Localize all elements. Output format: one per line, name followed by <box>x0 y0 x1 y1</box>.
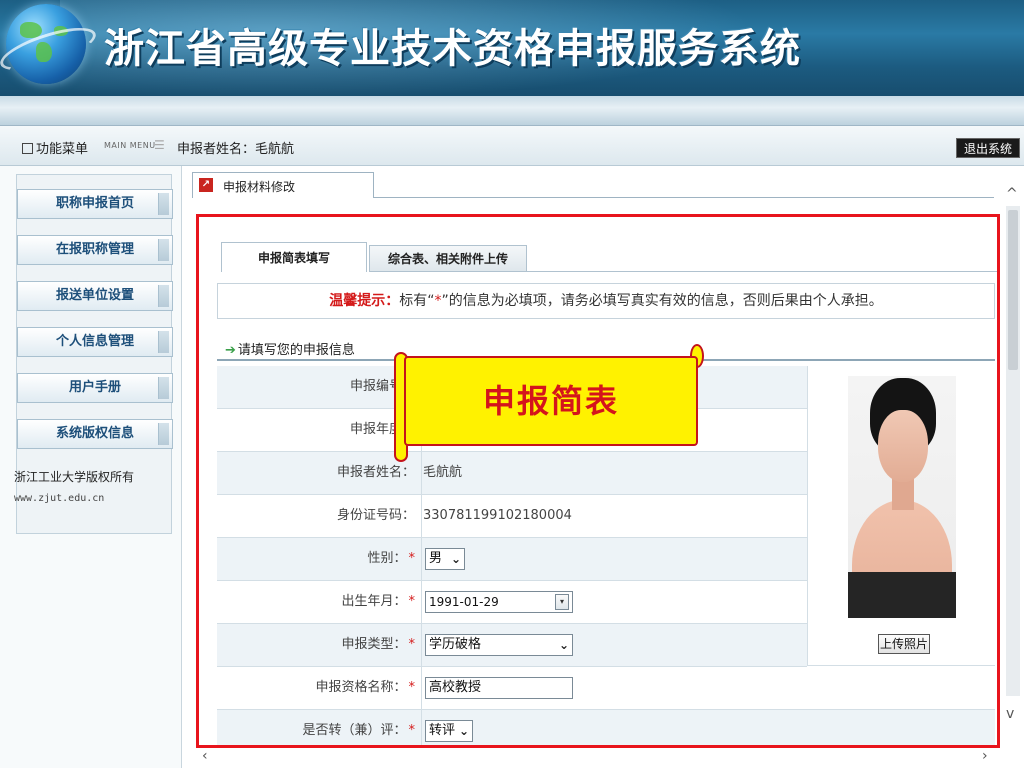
year-label: 申报年度： <box>349 422 415 437</box>
qualification-input[interactable]: 高校教授 <box>425 677 573 699</box>
type-select[interactable]: 学历破格 ⌄ <box>425 634 573 656</box>
tab-material-edit[interactable]: ↗ 申报材料修改 <box>192 172 374 198</box>
scrollbar-thumb[interactable] <box>1008 210 1018 370</box>
menu-bar: 功能菜单 MAIN MENU ☰ 申报者姓名：毛航航 <box>0 126 1024 166</box>
qual-label-text: 申报资格名称： <box>315 680 407 695</box>
section-title: ➔ 请填写您的申报信息 <box>225 339 355 358</box>
birth-date-input[interactable]: 1991-01-29 ▾ <box>425 591 573 613</box>
required-mark: * <box>408 551 416 566</box>
menu-label: 功能菜单 <box>22 138 88 157</box>
transfer-label-text: 是否转（兼）评： <box>302 723 407 738</box>
menu-icon <box>22 143 33 154</box>
sidebar-item-user-manual[interactable]: 用户手册 <box>17 373 173 403</box>
callout-text: 申报简表 <box>482 382 619 420</box>
row-birth: 出生年月： * 1991-01-29 ▾ <box>217 581 807 624</box>
row-id: 身份证号码： 330781199102180004 <box>217 495 807 538</box>
notice-text2: ”的信息为必填项，请务必填写真实有效的信息，否则后果由个人承担。 <box>441 293 883 309</box>
required-mark: * <box>408 594 416 609</box>
row-transfer: 是否转（兼）评： * 转评 ⌄ <box>217 710 995 745</box>
app-title: 浙江省高级专业技术资格申报服务系统 <box>104 26 801 72</box>
transfer-select[interactable]: 转评 ⌄ <box>425 720 473 742</box>
row-qualification: 申报资格名称： * 高校教授 <box>217 667 995 710</box>
tab-label: 申报材料修改 <box>223 180 296 194</box>
menu-label-text: 功能菜单 <box>36 142 89 157</box>
chevron-down-icon: ⌄ <box>458 724 469 738</box>
copyright-text: 浙江工业大学版权所有 <box>14 470 135 484</box>
notice-prefix: 温馨提示： <box>329 293 400 309</box>
chevron-down-icon: ⌄ <box>558 638 569 652</box>
app-header: 浙江省高级专业技术资格申报服务系统 <box>0 0 1024 96</box>
sidebar-item-home[interactable]: 职称申报首页 <box>17 189 173 219</box>
tab-attachments-upload[interactable]: 综合表、相关附件上传 <box>369 245 527 272</box>
callout-banner: 申报简表 <box>392 344 708 462</box>
gender-label-text: 性别： <box>367 551 407 566</box>
arrow-icon: ↗ <box>199 178 213 192</box>
header-strip <box>0 96 1024 126</box>
type-label: 申报类型： * <box>217 624 421 666</box>
main-menu-label: MAIN MENU <box>104 141 156 150</box>
transfer-label: 是否转（兼）评： * <box>217 710 421 745</box>
name-value: 毛航航 <box>423 465 463 480</box>
menu-separator-icon: ☰ <box>154 138 165 152</box>
required-mark: * <box>408 680 416 695</box>
section-title-text: 请填写您的申报信息 <box>237 343 355 358</box>
chevron-down-icon: ⌄ <box>450 552 461 566</box>
scroll-right-icon[interactable]: › <box>982 748 988 764</box>
site-url: www.zjut.edu.cn <box>14 493 105 504</box>
scroll-down-icon[interactable]: v <box>1006 706 1014 722</box>
required-mark: * <box>408 637 416 652</box>
gender-value: 男 <box>429 551 443 566</box>
sidebar-item-copyright[interactable]: 系统版权信息 <box>17 419 173 449</box>
row-name: 申报者姓名： 毛航航 <box>217 452 807 495</box>
name-label: 申报者姓名： <box>336 465 415 480</box>
gender-select[interactable]: 男 ⌄ <box>425 548 465 570</box>
sidebar-item-current-titles[interactable]: 在报职称管理 <box>17 235 173 265</box>
photo-column: 上传照片 <box>807 366 995 666</box>
row-gender: 性别： * 男 ⌄ <box>217 538 807 581</box>
upload-photo-button[interactable]: 上传照片 <box>878 634 930 654</box>
sidebar-item-personal-info[interactable]: 个人信息管理 <box>17 327 173 357</box>
gender-label: 性别： * <box>217 538 421 580</box>
qual-label: 申报资格名称： * <box>217 667 421 709</box>
birth-label-text: 出生年月： <box>341 594 407 609</box>
scroll-left-icon[interactable]: ‹ <box>202 748 208 764</box>
sidebar-item-unit-settings[interactable]: 报送单位设置 <box>17 281 173 311</box>
notice-bar: 温馨提示：标有“*”的信息为必填项，请务必填写真实有效的信息，否则后果由个人承担… <box>217 283 995 319</box>
type-value: 学历破格 <box>429 637 482 652</box>
notice-text1: 标有“ <box>399 293 435 309</box>
scroll-up-icon[interactable]: ^ <box>1006 186 1018 202</box>
serial-label: 申报编号： <box>349 379 415 394</box>
transfer-value: 转评 <box>429 723 456 738</box>
calendar-dropdown-icon[interactable]: ▾ <box>555 594 569 610</box>
content-frame: 申报简表填写 综合表、相关附件上传 温馨提示：标有“*”的信息为必填项，请务必填… <box>196 214 1000 748</box>
tab-summary-form[interactable]: 申报简表填写 <box>221 242 367 272</box>
globe-logo-icon <box>0 4 101 84</box>
type-label-text: 申报类型： <box>341 637 407 652</box>
applicant-photo <box>848 376 956 618</box>
logout-button[interactable]: 退出系统 <box>956 138 1020 158</box>
required-mark: * <box>408 723 416 738</box>
birth-value: 1991-01-29 <box>429 595 499 609</box>
notice-star: * <box>434 293 442 309</box>
row-type: 申报类型： * 学历破格 ⌄ <box>217 624 807 667</box>
id-value: 330781199102180004 <box>423 508 572 523</box>
section-arrow-icon: ➔ <box>225 343 236 358</box>
id-label: 身份证号码： <box>336 508 415 523</box>
applicant-name: 申报者姓名：毛航航 <box>177 142 295 157</box>
birth-label: 出生年月： * <box>217 581 421 623</box>
